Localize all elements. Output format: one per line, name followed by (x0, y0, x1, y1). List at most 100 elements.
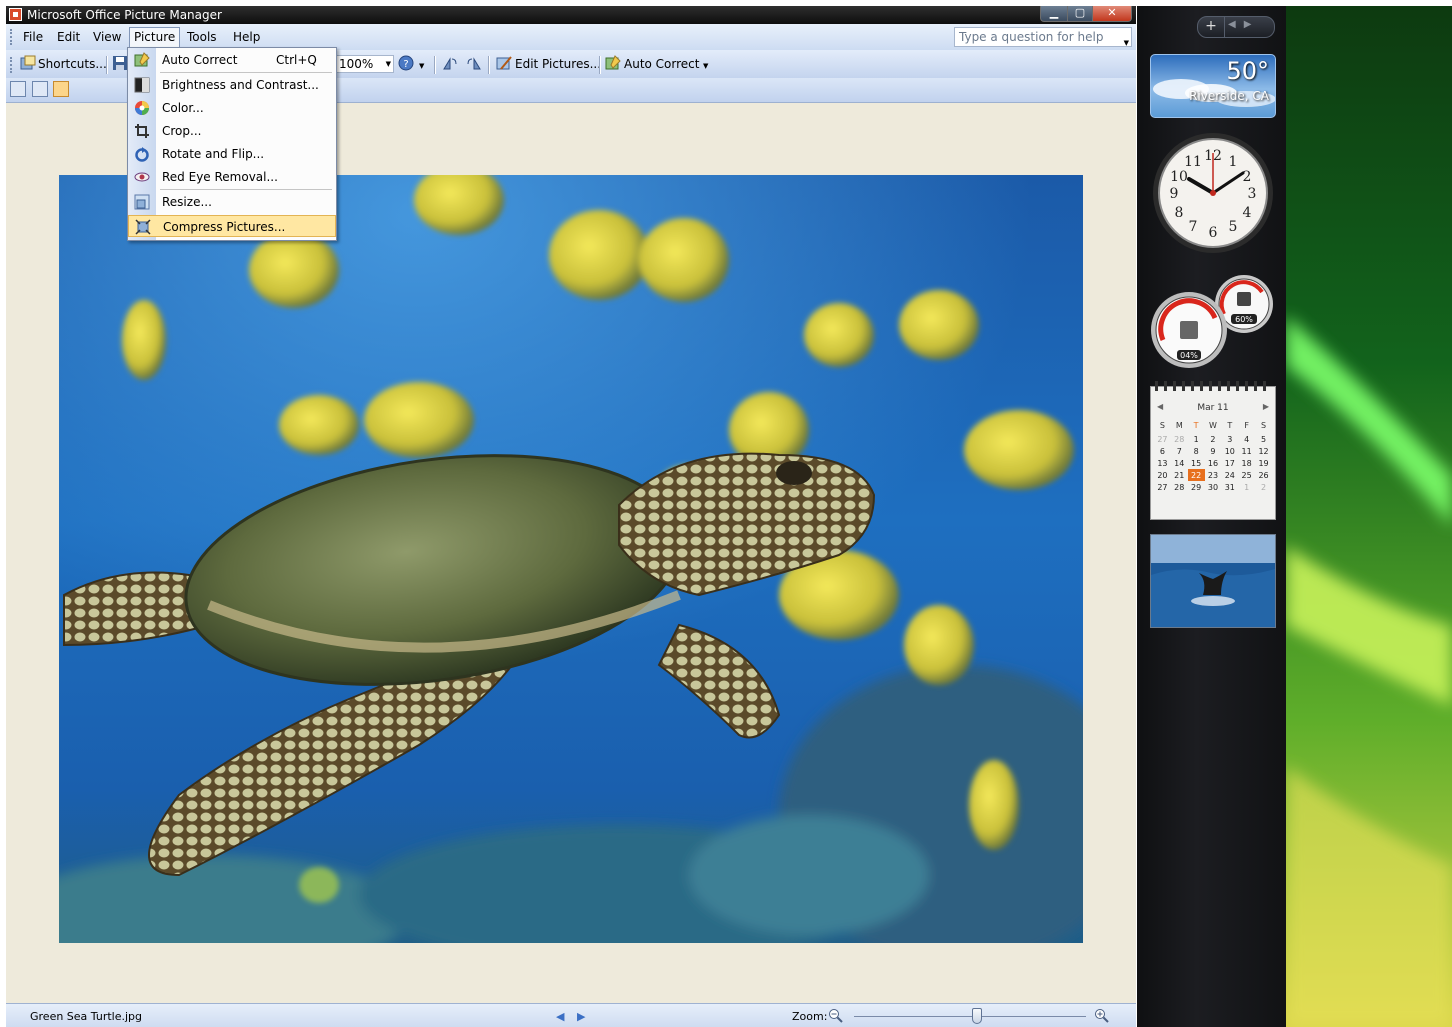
menu-tools[interactable]: Tools (183, 28, 221, 46)
save-icon[interactable] (112, 55, 128, 71)
calendar-day[interactable]: 6 (1154, 445, 1171, 457)
minimize-button[interactable]: ▁ (1040, 6, 1068, 22)
calendar-day[interactable]: 18 (1238, 457, 1255, 469)
maximize-button[interactable]: ▢ (1067, 6, 1093, 22)
calendar-day[interactable]: 10 (1221, 445, 1238, 457)
calendar-day[interactable]: 28 (1171, 481, 1188, 493)
calendar-day[interactable]: 7 (1171, 445, 1188, 457)
toolbar-grip-icon[interactable] (10, 57, 15, 73)
menu-item-color[interactable]: Color... (128, 97, 336, 119)
menu-item-auto-correct[interactable]: Auto Correct Ctrl+Q (128, 49, 336, 71)
help-search-input[interactable]: Type a question for help ▼ (954, 27, 1132, 47)
menu-view[interactable]: View (89, 28, 125, 46)
menu-item-crop[interactable]: Crop... (128, 120, 336, 142)
edit-pictures-icon[interactable] (496, 55, 512, 71)
rotate-left-icon[interactable] (442, 55, 458, 71)
menu-item-rotate-flip[interactable]: Rotate and Flip... (128, 143, 336, 165)
menu-item-brightness-contrast[interactable]: Brightness and Contrast... (128, 74, 336, 96)
calendar-day[interactable]: 12 (1255, 445, 1272, 457)
calendar-day[interactable]: 19 (1255, 457, 1272, 469)
single-picture-view-icon[interactable] (53, 81, 69, 97)
zoom-slider-thumb[interactable] (971, 1008, 982, 1024)
clock-number: 11 (1184, 154, 1202, 170)
add-gadget-button[interactable]: + (1198, 17, 1225, 37)
cpu-meter-gadget[interactable]: 60% 04% (1149, 274, 1275, 368)
clock-number: 1 (1229, 154, 1238, 170)
clock-number: 5 (1229, 219, 1238, 235)
thumbnail-view-icon[interactable] (10, 81, 26, 97)
slideshow-gadget[interactable] (1150, 534, 1276, 628)
shortcuts-icon[interactable] (20, 55, 36, 71)
calendar-day[interactable]: 27 (1154, 433, 1171, 445)
calendar-day[interactable]: 23 (1205, 469, 1222, 481)
menu-item-resize[interactable]: Resize... (128, 191, 336, 213)
calendar-day[interactable]: 17 (1221, 457, 1238, 469)
gadget-page-arrows-icon[interactable]: ◀▶ (1228, 19, 1259, 30)
calendar-day[interactable]: 16 (1205, 457, 1222, 469)
cpu-percent: 04% (1180, 351, 1198, 360)
auto-correct-icon[interactable] (605, 55, 621, 71)
calendar-day[interactable]: 9 (1205, 445, 1222, 457)
menu-edit[interactable]: Edit (53, 28, 84, 46)
calendar-day[interactable]: 29 (1188, 481, 1205, 493)
calendar-day[interactable]: 2 (1255, 481, 1272, 493)
calendar-week: 27 28 1 2 3 4 5 (1154, 433, 1272, 445)
rotate-right-icon[interactable] (466, 55, 482, 71)
filmstrip-view-icon[interactable] (32, 81, 48, 97)
calendar-next-icon[interactable]: ▶ (1263, 402, 1269, 411)
toolbar-overflow-icon[interactable]: ▼ (703, 62, 708, 70)
calendar-day[interactable]: 15 (1188, 457, 1205, 469)
calendar-day[interactable]: 28 (1171, 433, 1188, 445)
calendar-day[interactable]: 1 (1238, 481, 1255, 493)
picture-menu-dropdown: Auto Correct Ctrl+Q Brightness and Contr… (127, 47, 337, 241)
green-sea-turtle-photo[interactable] (59, 175, 1083, 943)
calendar-day[interactable]: 13 (1154, 457, 1171, 469)
next-picture-icon[interactable]: ▶ (577, 1010, 585, 1023)
zoom-dropdown-icon[interactable]: ▼ (386, 56, 391, 72)
calendar-day[interactable]: 27 (1154, 481, 1171, 493)
calendar-day[interactable]: 24 (1221, 469, 1238, 481)
menu-item-red-eye-removal[interactable]: Red Eye Removal... (128, 166, 336, 188)
clock-gadget[interactable]: 12 1 2 3 4 5 6 7 8 9 10 11 (1151, 131, 1275, 255)
menu-item-compress-pictures[interactable]: Compress Pictures... (128, 215, 336, 237)
previous-picture-icon[interactable]: ◀ (556, 1010, 564, 1023)
zoom-slider-track[interactable] (854, 1016, 1086, 1017)
calendar-day[interactable]: 31 (1221, 481, 1238, 493)
calendar-day[interactable]: 30 (1205, 481, 1222, 493)
office-app-icon[interactable] (9, 8, 22, 21)
menu-item-label: Red Eye Removal... (162, 170, 278, 184)
status-filename: Green Sea Turtle.jpg (30, 1010, 142, 1023)
auto-correct-button[interactable]: Auto Correct (624, 56, 699, 72)
zoom-in-icon[interactable] (1094, 1008, 1110, 1024)
help-icon[interactable]: ? (398, 55, 414, 71)
calendar-day[interactable]: 14 (1171, 457, 1188, 469)
calendar-day[interactable]: 20 (1154, 469, 1171, 481)
toolbar-options-icon[interactable]: ▼ (419, 62, 424, 70)
edit-pictures-button[interactable]: Edit Pictures... (515, 56, 601, 72)
menu-item-label: Resize... (162, 195, 212, 209)
menu-picture[interactable]: Picture (129, 27, 181, 48)
calendar-day[interactable]: 8 (1188, 445, 1205, 457)
calendar-day[interactable]: 1 (1188, 433, 1205, 445)
calendar-day[interactable]: 25 (1238, 469, 1255, 481)
calendar-day[interactable]: 4 (1238, 433, 1255, 445)
menu-file[interactable]: File (19, 28, 47, 46)
zoom-combo-box[interactable]: 100% ▼ (336, 55, 394, 73)
calendar-gadget[interactable]: ◀ Mar 11 ▶ S M T W T F S 27 28 1 2 3 4 5 (1150, 381, 1276, 520)
menu-separator (160, 72, 332, 73)
calendar-day[interactable]: 21 (1171, 469, 1188, 481)
brightness-icon (134, 77, 150, 93)
zoom-out-icon[interactable] (828, 1008, 844, 1024)
calendar-day[interactable]: 11 (1238, 445, 1255, 457)
menubar-grip-icon[interactable] (10, 29, 15, 45)
calendar-day[interactable]: 2 (1205, 433, 1222, 445)
close-button[interactable]: ✕ (1092, 6, 1132, 22)
window-title: Microsoft Office Picture Manager (27, 8, 222, 22)
menu-help[interactable]: Help (229, 28, 264, 46)
calendar-day[interactable]: 5 (1255, 433, 1272, 445)
shortcuts-button[interactable]: Shortcuts... (38, 56, 107, 72)
calendar-day[interactable]: 26 (1255, 469, 1272, 481)
calendar-day-today[interactable]: 22 (1187, 469, 1205, 481)
weather-gadget[interactable]: 50° Riverside, CA (1150, 54, 1276, 118)
calendar-day[interactable]: 3 (1221, 433, 1238, 445)
